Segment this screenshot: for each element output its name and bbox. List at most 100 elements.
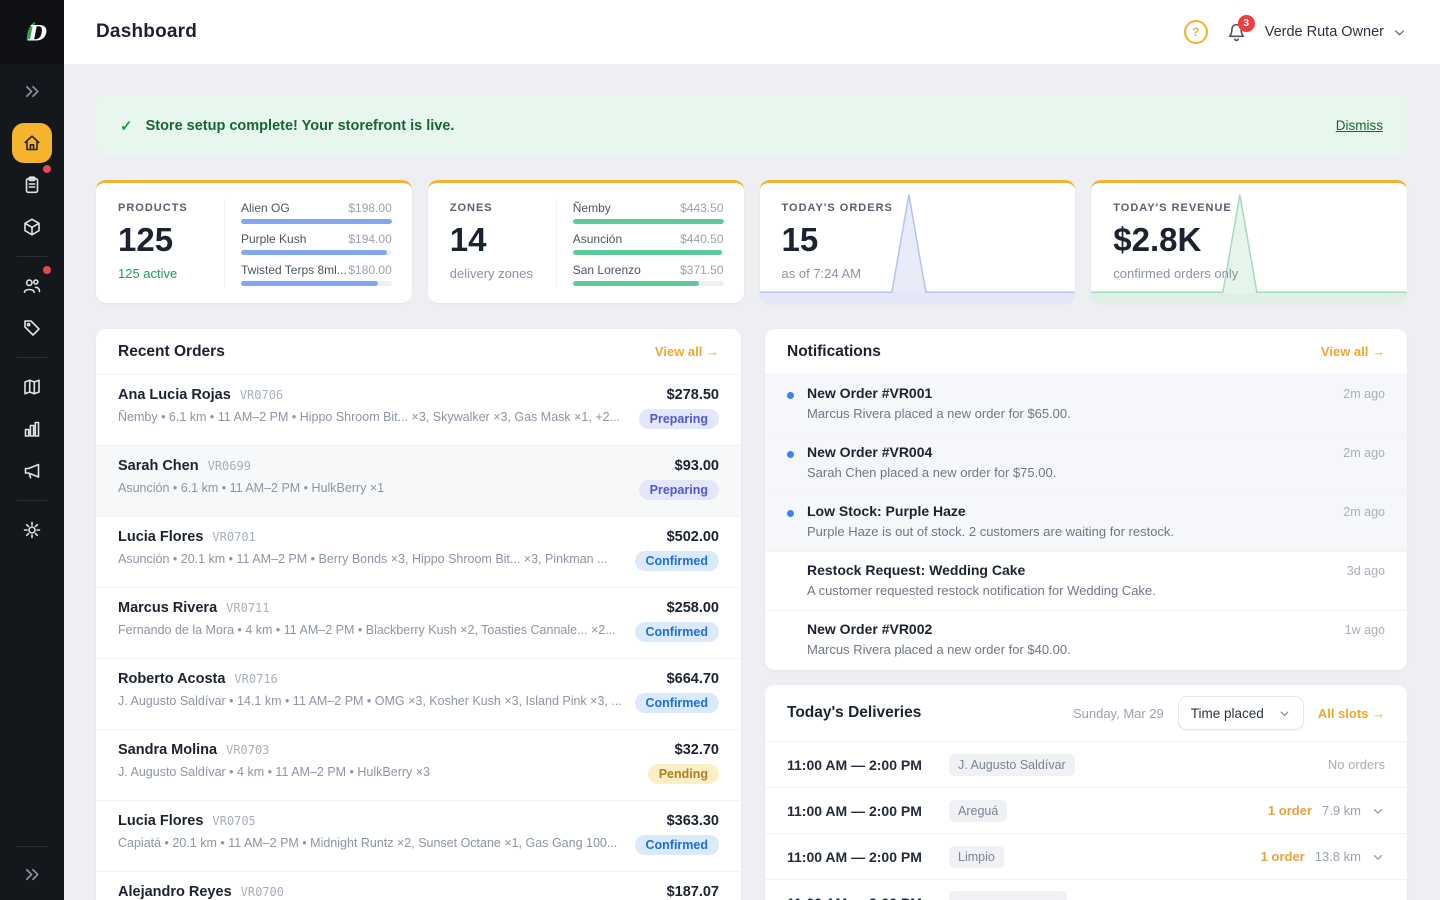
status-badge: Confirmed (635, 551, 720, 571)
delivery-slot-row[interactable]: 11:00 AM — 2:00 PM J. Augusto Saldívar N… (765, 741, 1407, 787)
all-slots-link[interactable]: All slots → (1318, 706, 1385, 721)
products-stat-card[interactable]: PRODUCTS 125 125 active Alien OG$198.00 (96, 180, 412, 303)
check-icon: ✓ (120, 117, 133, 135)
sidebar-item-marketing[interactable] (12, 451, 52, 491)
chevron-down-icon (1278, 707, 1291, 720)
recent-orders-panel: Recent Orders View all → Ana Lucia Rojas… (96, 329, 741, 900)
sidebar-item-products[interactable] (12, 207, 52, 247)
order-row[interactable]: Lucia FloresVR0705Capiatá • 20.1 km • 11… (96, 801, 741, 872)
notification-title: New Order #VR002 (807, 621, 932, 637)
deliveries-panel: Today's Deliveries Sunday, Mar 29 Time p… (765, 685, 1407, 900)
sidebar-item-settings[interactable] (12, 510, 52, 550)
notification-item[interactable]: New Order #VR0012m agoMarcus Rivera plac… (765, 375, 1407, 434)
order-id: VR0700 (241, 885, 284, 899)
notification-title: New Order #VR004 (807, 444, 932, 460)
progress-bar (241, 250, 392, 255)
sidebar-item-zones[interactable] (12, 367, 52, 407)
notification-description: Marcus Rivera placed a new order for $40… (807, 642, 1385, 657)
dismiss-link[interactable]: Dismiss (1336, 118, 1383, 133)
order-row[interactable]: Roberto AcostaVR0716J. Augusto Saldívar … (96, 659, 741, 730)
sidebar-item-promotions[interactable] (12, 308, 52, 348)
order-amount: $664.70 (667, 671, 719, 687)
status-badge: Pending (648, 764, 719, 784)
unread-dot (787, 451, 794, 458)
zone-name: San Lorenzo (573, 263, 641, 277)
top-bar: Dashboard ? 3 Verde Ruta Owner (64, 0, 1440, 64)
home-icon (22, 133, 42, 153)
slot-orders: 1 order (1261, 849, 1305, 864)
status-badge: Confirmed (635, 693, 720, 713)
order-row[interactable]: Lucia FloresVR0701Asunción • 20.1 km • 1… (96, 517, 741, 588)
customer-name: Lucia Flores (118, 529, 203, 545)
order-id: VR0705 (212, 814, 255, 828)
delivery-slot-row[interactable]: 11:00 AM — 2:00 PM Limpio 1 order 13.8 k… (765, 833, 1407, 879)
zones-stat-card[interactable]: ZONES 14 delivery zones Ñemby$443.50 As (428, 180, 744, 303)
product-price: $198.00 (348, 201, 391, 215)
order-id: VR0699 (208, 459, 251, 473)
sidebar-item-orders[interactable] (12, 165, 52, 205)
sidebar-collapse-toggle[interactable] (16, 858, 48, 890)
user-menu[interactable]: Verde Ruta Owner (1265, 24, 1407, 40)
slot-time: 11:00 AM — 2:00 PM (787, 849, 937, 865)
sidebar-divider (17, 846, 47, 847)
notification-time: 1w ago (1345, 623, 1385, 637)
help-icon[interactable]: ? (1184, 20, 1208, 44)
notification-description: A customer requested restock notificatio… (807, 583, 1385, 598)
top-zones-list: Ñemby$443.50 Asunción$440.50 San Lorenzo… (557, 183, 744, 303)
order-row[interactable]: Sarah ChenVR0699Asunción • 6.1 km • 11 A… (96, 446, 741, 517)
notification-title: Low Stock: Purple Haze (807, 503, 966, 519)
stat-value: 14 (450, 220, 556, 260)
slot-time: 11:00 AM — 2:00 PM (787, 895, 937, 900)
list-item: Ñemby$443.50 (573, 201, 724, 224)
sidebar-expand-icon[interactable] (16, 75, 48, 107)
notification-time: 2m ago (1343, 387, 1385, 401)
delivery-slot-row[interactable]: 11:00 AM — 2:00 PM Areguá 1 order 7.9 km (765, 787, 1407, 833)
chevron-down-icon[interactable] (1371, 804, 1385, 818)
slot-zone-chip: Areguá (949, 800, 1007, 822)
expand-icon (23, 865, 42, 884)
customer-name: Sandra Molina (118, 742, 217, 758)
sidebar-divider (17, 256, 47, 257)
chevron-down-icon[interactable] (1371, 850, 1385, 864)
orders-stat-card[interactable]: TODAY'S ORDERS 15 as of 7:24 AM (760, 180, 1076, 303)
order-row[interactable]: Alejandro ReyesVR0700 $187.07 (96, 872, 741, 900)
sidebar-item-analytics[interactable] (12, 409, 52, 449)
map-zones-icon (22, 377, 42, 397)
order-id: VR0716 (234, 672, 277, 686)
sidebar-item-dashboard[interactable] (12, 123, 52, 163)
stat-sub: as of 7:24 AM (782, 266, 1076, 281)
view-all-notifications-link[interactable]: View all → (1321, 344, 1385, 359)
order-amount: $93.00 (675, 458, 719, 474)
slot-zone-chip (949, 891, 1067, 900)
notification-item[interactable]: New Order #VR002 1w ago Marcus Rivera plac… (765, 611, 1407, 670)
customer-name: Alejandro Reyes (118, 884, 232, 900)
stat-label: TODAY'S ORDERS (782, 202, 1076, 214)
brand-logo[interactable]: D (0, 0, 64, 64)
zone-revenue: $443.50 (680, 201, 723, 215)
stat-label: PRODUCTS (118, 202, 224, 214)
zone-name: Asunción (573, 232, 622, 246)
stat-value: $2.8K (1113, 220, 1407, 260)
product-price: $180.00 (348, 263, 391, 277)
order-meta: J. Augusto Saldívar • 4 km • 11 AM–2 PM … (118, 765, 638, 779)
sidebar-item-customers[interactable] (12, 266, 52, 306)
notification-item[interactable]: New Order #VR0042m agoSarah Chen placed … (765, 434, 1407, 493)
stats-row: PRODUCTS 125 125 active Alien OG$198.00 (96, 180, 1407, 303)
sort-dropdown[interactable]: Time placed (1178, 696, 1304, 730)
bell-badge: 3 (1238, 15, 1255, 32)
order-meta: Asunción • 6.1 km • 11 AM–2 PM • HulkBer… (118, 481, 638, 495)
customer-name: Roberto Acosta (118, 671, 225, 687)
order-row[interactable]: Ana Lucia RojasVR0706Ñemby • 6.1 km • 11… (96, 375, 741, 446)
order-row[interactable]: Sandra MolinaVR0703J. Augusto Saldívar •… (96, 730, 741, 801)
page-title: Dashboard (96, 21, 197, 43)
notification-item[interactable]: Low Stock: Purple Haze2m agoPurple Haze … (765, 493, 1407, 552)
notifications-bell[interactable]: 3 (1226, 22, 1247, 43)
delivery-slot-row[interactable]: 11:00 AM — 2:00 PM (765, 879, 1407, 900)
order-row[interactable]: Marcus RiveraVR0711Fernando de la Mora •… (96, 588, 741, 659)
notification-item[interactable]: Restock Request: Wedding Cake3d agoA cus… (765, 552, 1407, 611)
revenue-stat-card[interactable]: TODAY'S REVENUE $2.8K confirmed orders o… (1091, 180, 1407, 303)
list-item: Asunción$440.50 (573, 232, 724, 255)
megaphone-marketing-icon (22, 461, 42, 481)
order-amount: $502.00 (667, 529, 719, 545)
view-all-orders-link[interactable]: View all → (655, 344, 719, 359)
